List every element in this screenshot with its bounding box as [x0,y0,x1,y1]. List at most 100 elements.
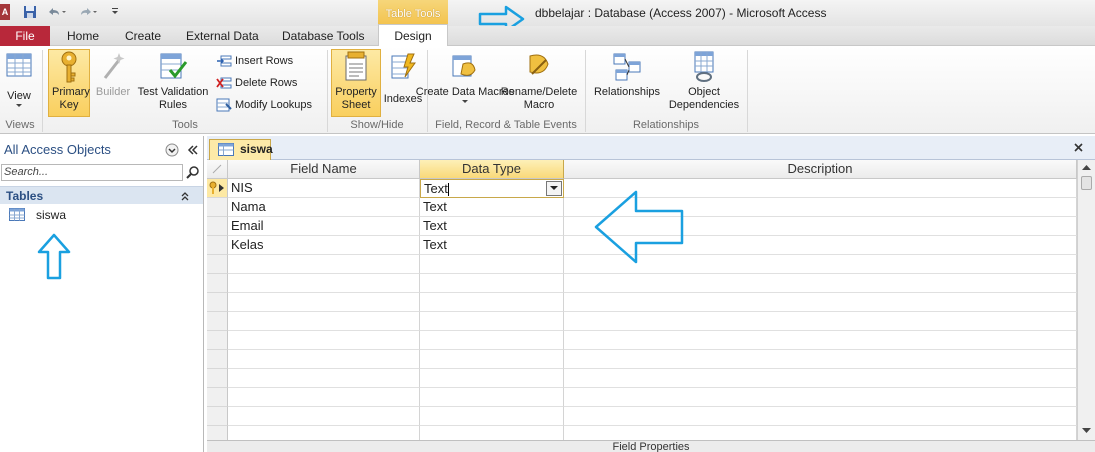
search-icon[interactable] [186,166,200,180]
builder-button[interactable]: Builder [94,50,132,99]
access-app-icon[interactable]: A [0,4,10,20]
row-selector[interactable] [207,407,228,426]
data-type-cell[interactable] [420,350,564,369]
data-type-cell[interactable]: Text [420,217,564,236]
field-name-cell[interactable]: Email [228,217,420,236]
description-cell[interactable] [564,331,1077,350]
data-type-cell-active[interactable]: Text [420,179,564,198]
data-type-cell[interactable]: Text [420,236,564,255]
data-type-dropdown-icon[interactable] [546,181,562,196]
row-selector[interactable] [207,388,228,407]
text-caret [447,183,449,197]
field-name-cell[interactable] [228,255,420,274]
collapse-pane-icon[interactable] [187,144,199,156]
view-dropdown-icon [16,104,22,107]
tab-file[interactable]: File [0,26,50,46]
row-selector[interactable] [207,179,228,198]
data-type-cell[interactable]: Text [420,198,564,217]
modify-lookups-button[interactable]: Modify Lookups [216,96,312,114]
field-name-cell[interactable] [228,388,420,407]
column-header-data-type[interactable]: Data Type [420,160,564,179]
column-header-description[interactable]: Description [564,160,1077,179]
data-type-cell[interactable] [420,312,564,331]
field-name-cell[interactable] [228,274,420,293]
delete-rows-button[interactable]: Delete Rows [216,74,297,92]
close-icon[interactable] [1073,142,1084,153]
data-type-cell[interactable] [420,331,564,350]
tab-external-data[interactable]: External Data [186,28,259,46]
property-sheet-button[interactable]: Property Sheet [331,49,381,117]
nav-category-tables[interactable]: Tables [0,186,203,204]
chevron-up-double-icon[interactable] [180,191,190,201]
field-name-cell[interactable] [228,407,420,426]
nav-item-siswa[interactable]: siswa [0,205,203,225]
field-name-cell[interactable] [228,369,420,388]
tab-database-tools[interactable]: Database Tools [282,28,365,46]
field-name-cell[interactable] [228,426,420,440]
field-name-cell[interactable]: Nama [228,198,420,217]
view-button[interactable]: View [2,50,36,108]
customize-qat-icon[interactable] [110,4,120,20]
table-icon [9,208,25,221]
undo-icon[interactable] [44,4,68,20]
data-type-cell[interactable] [420,426,564,440]
create-data-macros-button[interactable]: Create Data Macros [416,50,514,104]
test-validation-rules-button[interactable]: Test Validation Rules [134,50,212,112]
column-header-field-name[interactable]: Field Name [228,160,420,179]
scroll-down-icon[interactable] [1080,424,1093,436]
scroll-thumb[interactable] [1081,176,1092,190]
data-type-cell[interactable] [420,407,564,426]
grid-corner[interactable] [207,160,228,179]
row-selector[interactable] [207,331,228,350]
description-cell[interactable] [564,388,1077,407]
description-cell[interactable] [564,274,1077,293]
document-tab-siswa[interactable]: siswa [209,139,273,160]
tab-home[interactable]: Home [67,28,99,46]
chevron-down-circle-icon[interactable] [165,143,179,157]
data-type-cell[interactable] [420,388,564,407]
row-selector[interactable] [207,198,228,217]
relationships-button[interactable]: Relationships [590,50,664,99]
data-type-cell[interactable] [420,293,564,312]
group-label-views: Views [5,119,35,131]
field-name-cell[interactable] [228,312,420,331]
data-type-cell[interactable] [420,255,564,274]
field-name-cell[interactable]: Kelas [228,236,420,255]
field-name-cell[interactable]: NIS [228,179,420,198]
description-cell[interactable] [564,426,1077,440]
create-macros-icon [452,55,476,77]
primary-key-button[interactable]: Primary Key [48,49,90,117]
description-cell[interactable] [564,350,1077,369]
vertical-scrollbar[interactable] [1077,160,1095,442]
nav-pane-title[interactable]: All Access Objects [4,142,111,157]
description-cell[interactable] [564,293,1077,312]
row-selector[interactable] [207,255,228,274]
insert-rows-button[interactable]: Insert Rows [216,52,293,70]
save-icon[interactable] [22,4,38,20]
row-selector[interactable] [207,350,228,369]
scroll-up-icon[interactable] [1080,162,1093,174]
field-name-cell[interactable] [228,293,420,312]
row-selector[interactable] [207,293,228,312]
field-name-cell[interactable] [228,350,420,369]
field-name-cell[interactable] [228,331,420,350]
tab-create[interactable]: Create [125,28,161,46]
row-selector[interactable] [207,217,228,236]
builder-label: Builder [95,86,131,98]
description-cell[interactable] [564,312,1077,331]
redo-icon[interactable] [76,4,100,20]
row-selector[interactable] [207,274,228,293]
data-type-cell[interactable] [420,369,564,388]
description-cell[interactable] [564,407,1077,426]
tab-design[interactable]: Design [378,24,448,47]
row-selector[interactable] [207,369,228,388]
data-type-cell[interactable] [420,274,564,293]
rename-delete-macro-button[interactable]: Rename/Delete Macro [500,50,578,112]
row-selector[interactable] [207,236,228,255]
row-selector[interactable] [207,426,228,440]
description-cell[interactable] [564,369,1077,388]
object-dependencies-button[interactable]: Object Dependencies [664,50,744,112]
row-selector[interactable] [207,312,228,331]
group-label-relationships: Relationships [632,119,700,131]
nav-search-input[interactable]: Search... [1,164,183,181]
